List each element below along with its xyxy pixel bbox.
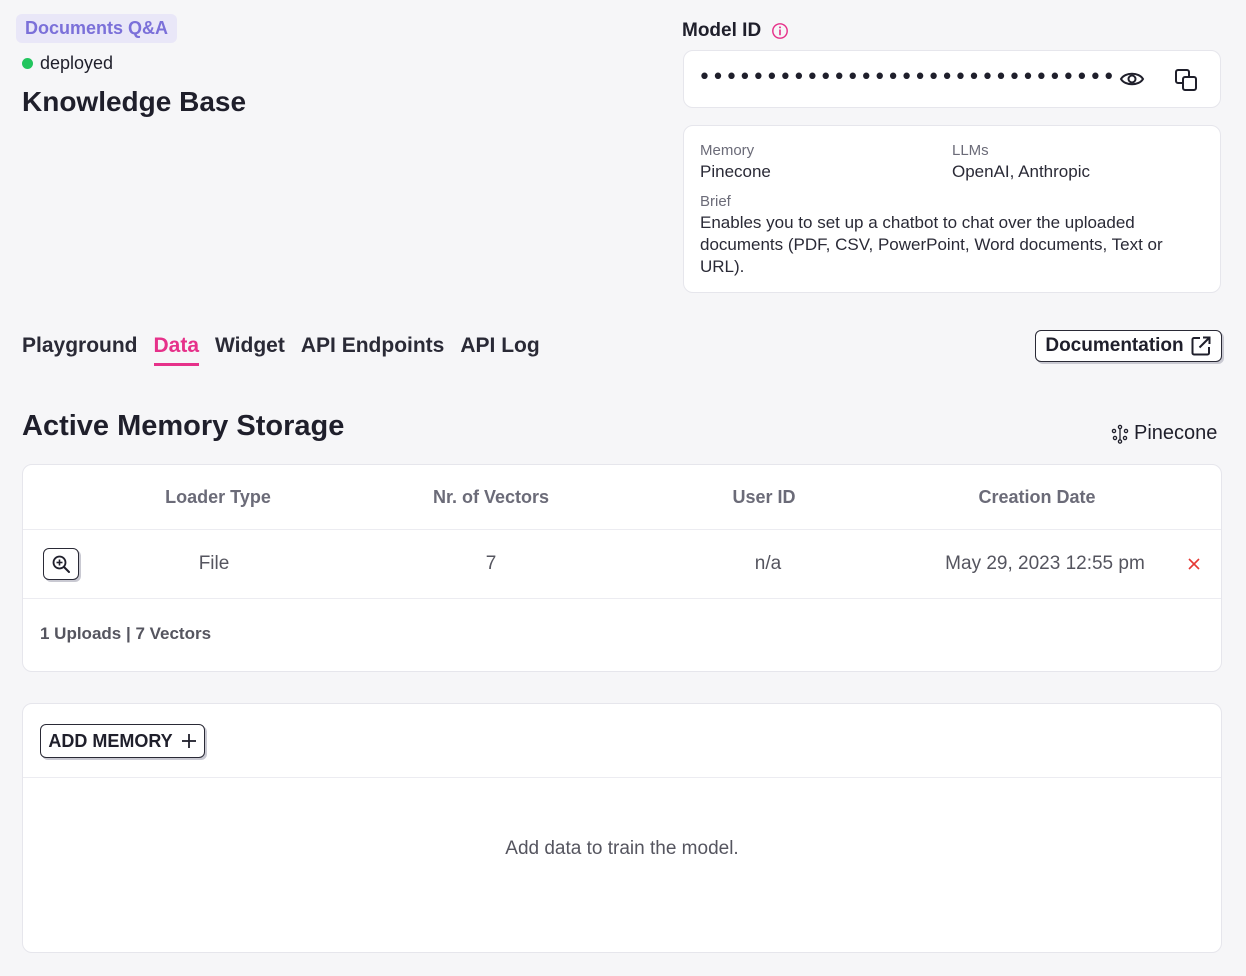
column-header-vectors: Nr. of Vectors <box>432 487 550 507</box>
tab-api-log[interactable]: API Log <box>460 334 539 366</box>
model-id-masked-value: ••••••••••••••••••••••••••••••• <box>698 65 1116 90</box>
brief-label: Brief <box>700 193 731 210</box>
status-dot-icon <box>22 58 33 69</box>
cell-creation-date: May 29, 2023 12:55 pm <box>945 553 1145 574</box>
column-header-loader-type: Loader Type <box>165 487 271 507</box>
llms-value: OpenAI, Anthropic <box>952 162 1090 181</box>
pinecone-label: Pinecone <box>1134 422 1218 444</box>
add-memory-button[interactable]: ADD MEMORY <box>40 724 205 758</box>
empty-state-message: Add data to train the model. <box>505 838 739 859</box>
external-link-icon <box>1191 336 1211 356</box>
column-header-creation-date: Creation Date <box>978 487 1096 507</box>
column-header-user-id: User ID <box>732 487 796 507</box>
zoom-in-icon <box>52 555 70 573</box>
tab-playground[interactable]: Playground <box>22 334 138 366</box>
memory-storage-table: Loader Type Nr. of Vectors User ID Creat… <box>22 464 1222 672</box>
info-icon[interactable] <box>771 22 789 40</box>
project-type-tag: Documents Q&A <box>16 14 178 43</box>
memory-value: Pinecone <box>700 162 771 181</box>
page-title: Knowledge Base <box>22 86 247 117</box>
documentation-label: Documentation <box>1045 335 1184 356</box>
divider <box>23 777 1221 778</box>
tab-api-endpoints[interactable]: API Endpoints <box>301 334 445 366</box>
model-id-label-text: Model ID <box>682 20 762 41</box>
status-label: deployed <box>40 53 114 73</box>
eye-icon <box>1119 72 1145 86</box>
memory-label: Memory <box>700 142 755 159</box>
cell-vectors: 7 <box>485 553 497 574</box>
divider <box>23 529 1221 530</box>
view-details-button[interactable] <box>43 548 79 580</box>
show-model-id-button[interactable] <box>1118 67 1146 91</box>
tab-widget[interactable]: Widget <box>215 334 285 366</box>
cell-loader-type: File <box>198 553 230 574</box>
tab-bar: Playground Data Widget API Endpoints API… <box>22 334 540 366</box>
divider <box>23 598 1221 599</box>
copy-model-id-button[interactable] <box>1172 66 1200 94</box>
llms-label: LLMs <box>952 142 989 159</box>
close-icon <box>1188 558 1200 570</box>
delete-row-button[interactable] <box>1186 556 1202 572</box>
plus-icon <box>181 734 196 748</box>
documentation-button[interactable]: Documentation <box>1035 330 1222 362</box>
deployment-status: deployed <box>22 53 113 74</box>
model-id-label: Model ID <box>682 20 789 42</box>
brief-value: Enables you to set up a chatbot to chat … <box>700 213 1163 276</box>
model-id-field: ••••••••••••••••••••••••••••••• <box>683 50 1221 108</box>
pinecone-logo: Pinecone <box>1110 422 1217 445</box>
pinecone-icon <box>1111 424 1129 444</box>
section-title: Active Memory Storage <box>22 410 345 442</box>
model-info-card: Memory Pinecone LLMs OpenAI, Anthropic B… <box>683 125 1221 293</box>
cell-user-id: n/a <box>754 553 782 574</box>
add-memory-label: ADD MEMORY <box>48 730 173 751</box>
tab-data[interactable]: Data <box>153 334 200 366</box>
copy-icon <box>1175 69 1197 91</box>
add-memory-panel: ADD MEMORY Add data to train the model. <box>22 703 1222 953</box>
upload-summary: 1 Uploads | 7 Vectors <box>40 624 212 643</box>
